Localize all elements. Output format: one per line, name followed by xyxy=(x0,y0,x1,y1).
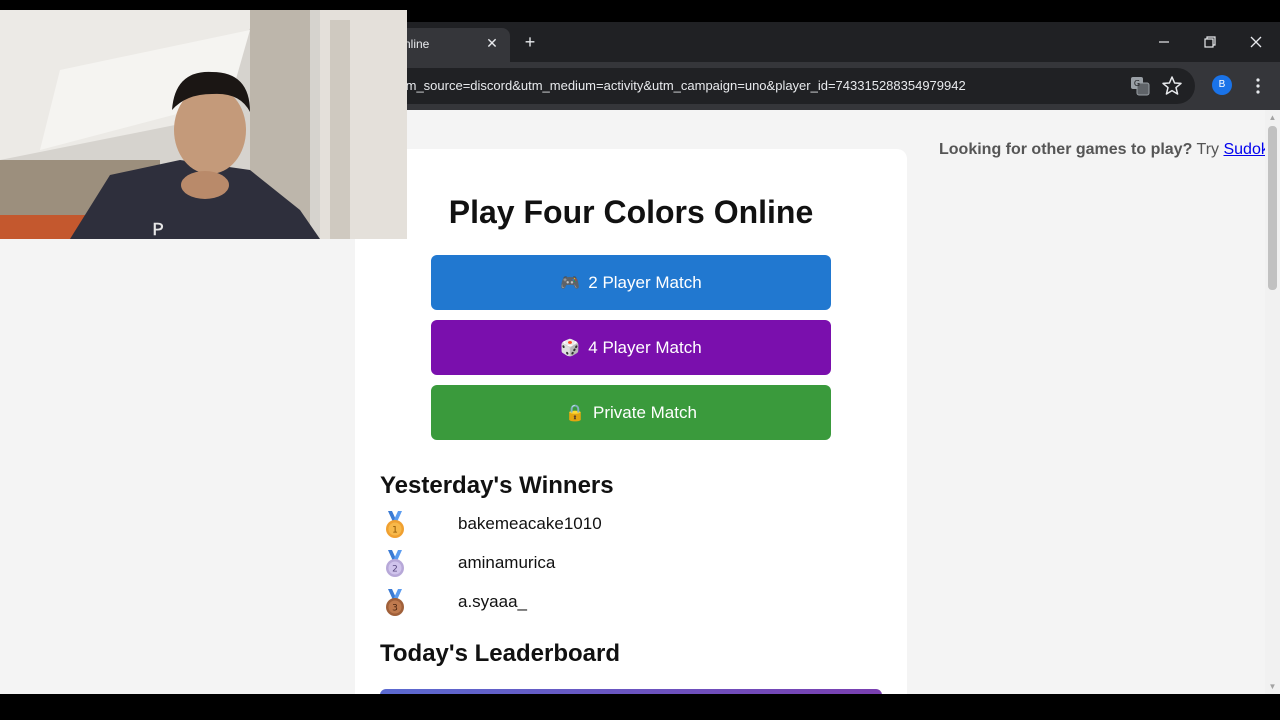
gamepad-icon: 🎮 xyxy=(560,274,581,292)
webcam-feed-image: Ｐ xyxy=(0,10,407,239)
yesterdays-winners-heading: Yesterday's Winners xyxy=(380,472,614,499)
promo-question: Looking for other games to play? xyxy=(939,141,1193,158)
minimize-icon[interactable] xyxy=(1152,30,1176,54)
lock-icon: 🔒 xyxy=(565,404,585,422)
translate-icon[interactable]: G xyxy=(1128,74,1152,98)
game-card: Play Four Colors Online 🎮 2 Player Match… xyxy=(355,149,907,694)
scroll-up-icon[interactable]: ▲ xyxy=(1268,113,1277,122)
button-label: 2 Player Match xyxy=(588,272,702,292)
sudoku-link[interactable]: Sudoku xyxy=(1223,141,1265,158)
todays-leaderboard-heading: Today's Leaderboard xyxy=(380,640,620,667)
scroll-down-icon[interactable]: ▼ xyxy=(1268,682,1277,691)
four-player-match-button[interactable]: 🎲 4 Player Match xyxy=(431,320,831,375)
promo-try: Try xyxy=(1196,141,1220,158)
svg-text:2: 2 xyxy=(392,565,398,575)
winner-name: bakemeacake1010 xyxy=(458,514,602,533)
svg-text:1: 1 xyxy=(392,526,398,536)
button-label: Private Match xyxy=(592,402,697,422)
new-tab-button[interactable]: + xyxy=(520,32,540,52)
close-window-icon[interactable] xyxy=(1244,30,1268,54)
tab-close-icon[interactable]: ✕ xyxy=(484,35,500,51)
bronze-medal-icon: 3 xyxy=(386,589,404,616)
restore-icon[interactable] xyxy=(1198,30,1222,54)
other-games-promo: Looking for other games to play? Try Sud… xyxy=(939,141,1265,159)
winner-row: 3 a.syaaa_ xyxy=(383,589,783,617)
two-player-match-button[interactable]: 🎮 2 Player Match xyxy=(431,255,831,310)
svg-text:G: G xyxy=(1134,79,1140,88)
silver-medal-icon: 2 xyxy=(386,550,404,577)
winner-name: a.syaaa_ xyxy=(458,592,527,611)
gold-medal-icon: 1 xyxy=(386,511,404,538)
tab-title: nline xyxy=(404,37,430,51)
winner-row: 2 aminamurica xyxy=(383,550,783,578)
winner-name: aminamurica xyxy=(458,553,556,572)
dice-icon: 🎲 xyxy=(560,339,581,357)
webcam-overlay: Ｐ xyxy=(0,10,407,239)
page-scrollbar[interactable]: ▲ ▼ xyxy=(1265,110,1280,694)
button-label: 4 Player Match xyxy=(588,337,702,357)
screen: nline ✕ + tm_source=discord&utm_medium=a… xyxy=(0,0,1280,720)
svg-text:3: 3 xyxy=(392,604,398,614)
svg-text:Ｐ: Ｐ xyxy=(150,220,166,239)
address-bar[interactable]: tm_source=discord&utm_medium=activity&ut… xyxy=(380,68,1195,104)
bookmark-star-icon[interactable] xyxy=(1160,74,1184,98)
browser-menu-icon[interactable] xyxy=(1250,74,1266,98)
page-title: Play Four Colors Online xyxy=(448,194,814,230)
bottom-black-bar xyxy=(0,694,1280,720)
url-text: tm_source=discord&utm_medium=activity&ut… xyxy=(402,78,966,93)
profile-avatar[interactable]: B xyxy=(1212,75,1232,95)
winner-row: 1 bakemeacake1010 xyxy=(383,511,783,539)
scroll-thumb[interactable] xyxy=(1268,126,1277,290)
private-match-button[interactable]: 🔒 Private Match xyxy=(431,385,831,440)
